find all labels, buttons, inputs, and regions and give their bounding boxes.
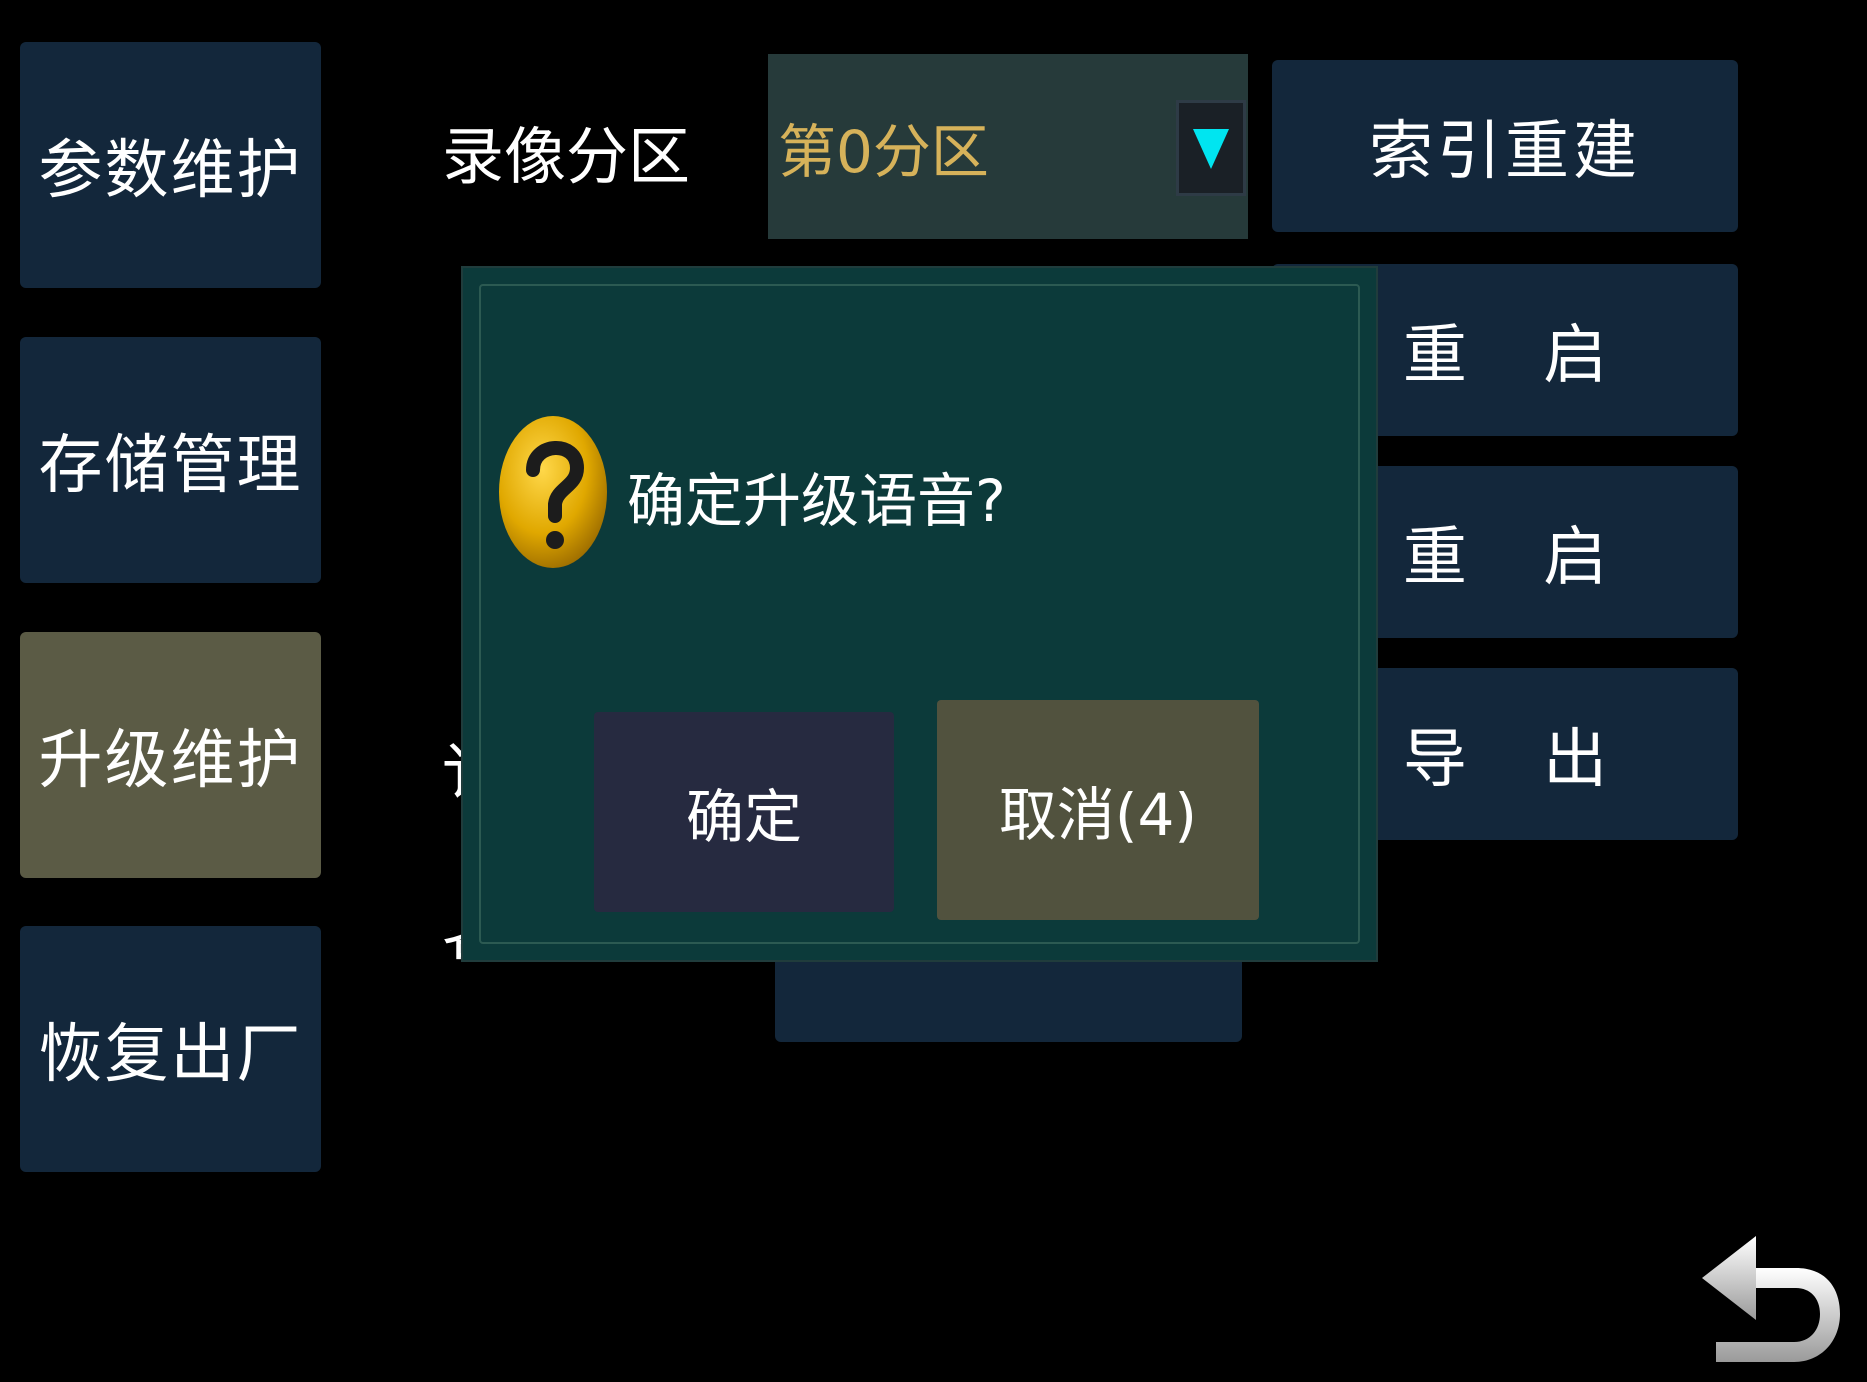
- export-label: 导 出: [1402, 723, 1636, 797]
- sidebar-item-param-maintenance[interactable]: 参数维护: [20, 42, 321, 288]
- sidebar-item-label: 恢复出厂: [38, 1018, 303, 1092]
- back-arrow-icon[interactable]: [1698, 1230, 1848, 1376]
- question-icon: [497, 412, 609, 572]
- sidebar-item-label: 升级维护: [38, 724, 303, 798]
- partition-label: 录像分区: [442, 120, 691, 193]
- partition-select-value: 第0分区: [778, 117, 989, 186]
- sidebar-item-factory-reset[interactable]: 恢复出厂: [20, 926, 321, 1172]
- sidebar-item-label: 存储管理: [38, 429, 303, 503]
- dropdown-arrow-icon[interactable]: [1176, 100, 1246, 196]
- cancel-label: 取消(4): [998, 781, 1198, 849]
- confirm-button[interactable]: 确定: [594, 712, 894, 912]
- confirm-label: 确定: [685, 783, 802, 851]
- sidebar-item-upgrade-maintenance[interactable]: 升级维护: [20, 632, 321, 878]
- confirm-dialog: 确定升级语音? 确定 取消(4): [461, 266, 1378, 962]
- sidebar-item-label: 参数维护: [38, 134, 303, 208]
- cancel-button[interactable]: 取消(4): [937, 700, 1259, 920]
- index-rebuild-button[interactable]: 索引重建: [1272, 60, 1738, 232]
- index-rebuild-label: 索引重建: [1369, 115, 1641, 189]
- screen: 参数维护 存储管理 升级维护 恢复出厂 录像分区 第0分区 索引重建 重 启 重…: [0, 0, 1867, 1382]
- restart-label: 重 启: [1402, 521, 1636, 595]
- restart-label: 重 启: [1402, 319, 1636, 393]
- partition-select[interactable]: 第0分区: [768, 54, 1248, 239]
- dialog-message: 确定升级语音?: [627, 467, 1006, 535]
- partial-row-label: 讠: [442, 722, 462, 812]
- sidebar-item-storage-management[interactable]: 存储管理: [20, 337, 321, 583]
